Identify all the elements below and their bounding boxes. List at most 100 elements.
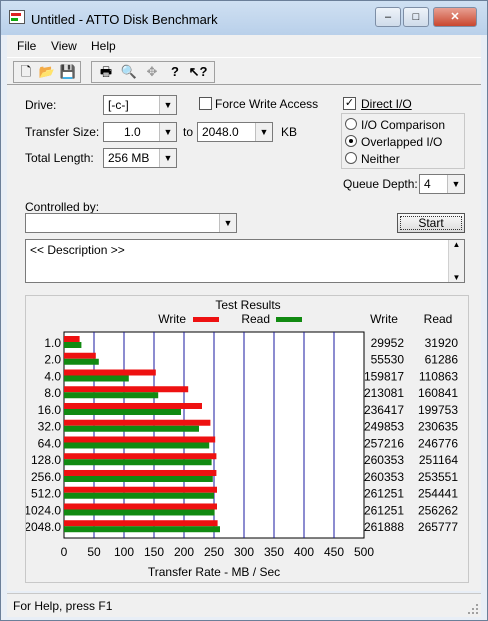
write-bar	[64, 369, 156, 376]
toolbar-file-group: 🗋 📂 💾	[13, 61, 81, 83]
category-label: 16.0	[38, 403, 62, 417]
read-value: 254441	[418, 487, 458, 501]
category-label: 128.0	[31, 453, 61, 467]
transfer-unit-label: KB	[281, 125, 298, 139]
context-help-icon[interactable]: ↖?	[187, 63, 209, 83]
legend-write-label: Write	[158, 312, 186, 326]
read-bar	[64, 425, 199, 432]
chevron-down-icon: ▼	[255, 123, 272, 141]
queue-depth-value: 4	[424, 177, 431, 191]
read-column-header: Read	[424, 312, 453, 326]
overlapped-io-radio[interactable]	[345, 135, 357, 147]
write-bar	[64, 336, 80, 342]
category-label: 2048.0	[26, 520, 61, 534]
total-length-select[interactable]: 256 MB ▼	[103, 148, 177, 168]
read-bar	[64, 408, 181, 415]
read-bar	[64, 492, 214, 499]
window-title: Untitled - ATTO Disk Benchmark	[31, 12, 218, 27]
x-tick-label: 0	[61, 545, 68, 559]
transfer-to-value: 2048.0	[202, 125, 239, 139]
read-value: 61286	[425, 353, 459, 367]
x-tick-label: 100	[114, 545, 134, 559]
close-button[interactable]: ✕	[433, 7, 477, 27]
x-tick-label: 200	[174, 545, 194, 559]
write-bar	[64, 352, 96, 359]
drive-label: Drive:	[25, 98, 57, 112]
drive-value: [-c-]	[108, 98, 129, 112]
read-value: 256262	[418, 503, 458, 517]
io-comparison-label: I/O Comparison	[361, 118, 446, 132]
legend-write-swatch	[193, 317, 219, 322]
read-value: 110863	[419, 369, 458, 383]
category-label: 64.0	[38, 436, 62, 450]
read-value: 253551	[418, 470, 458, 484]
neither-radio[interactable]	[345, 152, 357, 164]
legend-read-swatch	[276, 317, 302, 322]
toolbar-tools-group: 🖶 🔍 ✥ ? ↖?	[91, 61, 215, 83]
test-results-panel: Test Results Write Read Write Read 1.0 2.…	[24, 295, 469, 583]
category-label: 1024.0	[26, 503, 61, 517]
read-value: 160841	[418, 386, 458, 400]
read-bar	[64, 358, 99, 365]
transfer-from-select[interactable]: 1.0 ▼	[103, 122, 177, 142]
controlled-by-label: Controlled by:	[25, 200, 100, 214]
queue-depth-select[interactable]: 4 ▼	[419, 174, 465, 194]
direct-io-checkbox[interactable]: ✓	[343, 97, 356, 110]
chevron-down-icon: ▼	[447, 175, 464, 193]
resize-grip-icon[interactable]	[467, 603, 479, 615]
category-label: 4.0	[44, 369, 61, 383]
total-length-label: Total Length:	[25, 151, 94, 165]
drive-select[interactable]: [-c-] ▼	[103, 95, 177, 115]
x-tick-label: 350	[264, 545, 284, 559]
write-value: 261251	[364, 503, 404, 517]
write-value: 261251	[364, 487, 404, 501]
write-value: 236417	[364, 403, 404, 417]
write-bar	[64, 486, 217, 493]
status-bar: For Help, press F1	[7, 593, 481, 617]
transfer-from-value: 1.0	[124, 125, 141, 139]
chevron-down-icon: ▼	[219, 214, 236, 232]
menu-file[interactable]: File	[17, 39, 36, 53]
scroll-up-icon[interactable]: ▲	[449, 240, 464, 249]
app-window: Untitled - ATTO Disk Benchmark – □ ✕ Fil…	[0, 0, 488, 621]
move-icon[interactable]: ✥	[141, 63, 163, 83]
category-label: 2.0	[44, 353, 61, 367]
transfer-to-select[interactable]: 2048.0 ▼	[197, 122, 273, 142]
write-value: 261888	[364, 520, 404, 534]
print-icon[interactable]: 🖶	[95, 63, 117, 83]
start-button[interactable]: Start	[397, 213, 465, 233]
print-preview-icon[interactable]: 🔍	[118, 63, 140, 83]
write-bar	[64, 453, 217, 460]
write-bar	[64, 402, 202, 409]
write-value: 213081	[364, 386, 404, 400]
write-bar	[64, 503, 217, 510]
description-box[interactable]: << Description >> ▲ ▼	[25, 239, 465, 283]
read-bar	[64, 526, 220, 533]
title-bar[interactable]: Untitled - ATTO Disk Benchmark – □ ✕	[1, 1, 487, 35]
read-value: 246776	[418, 436, 458, 450]
help-icon[interactable]: ?	[164, 63, 186, 83]
read-value: 230635	[418, 420, 458, 434]
chevron-down-icon: ▼	[159, 96, 176, 114]
io-comparison-radio[interactable]	[345, 118, 357, 130]
direct-io-label: Direct I/O	[361, 97, 412, 111]
description-text: << Description >>	[30, 243, 125, 257]
category-label: 8.0	[44, 386, 61, 400]
neither-label: Neither	[361, 152, 400, 166]
new-icon[interactable]: 🗋	[15, 63, 37, 83]
minimize-button[interactable]: –	[375, 7, 401, 27]
menu-help[interactable]: Help	[91, 39, 116, 53]
menu-view[interactable]: View	[51, 39, 77, 53]
description-scrollbar[interactable]: ▲ ▼	[448, 240, 464, 282]
controlled-by-select[interactable]: ▼	[25, 213, 237, 233]
menu-bar: File View Help	[7, 35, 481, 57]
category-label: 1.0	[44, 336, 61, 350]
read-bar	[64, 509, 215, 516]
force-write-checkbox[interactable]	[199, 97, 212, 110]
maximize-button[interactable]: □	[403, 7, 429, 27]
scroll-down-icon[interactable]: ▼	[449, 273, 464, 282]
open-icon[interactable]: 📂	[36, 63, 58, 83]
category-label: 256.0	[31, 470, 61, 484]
transfer-to-label: to	[183, 125, 194, 139]
save-icon[interactable]: 💾	[57, 63, 79, 83]
